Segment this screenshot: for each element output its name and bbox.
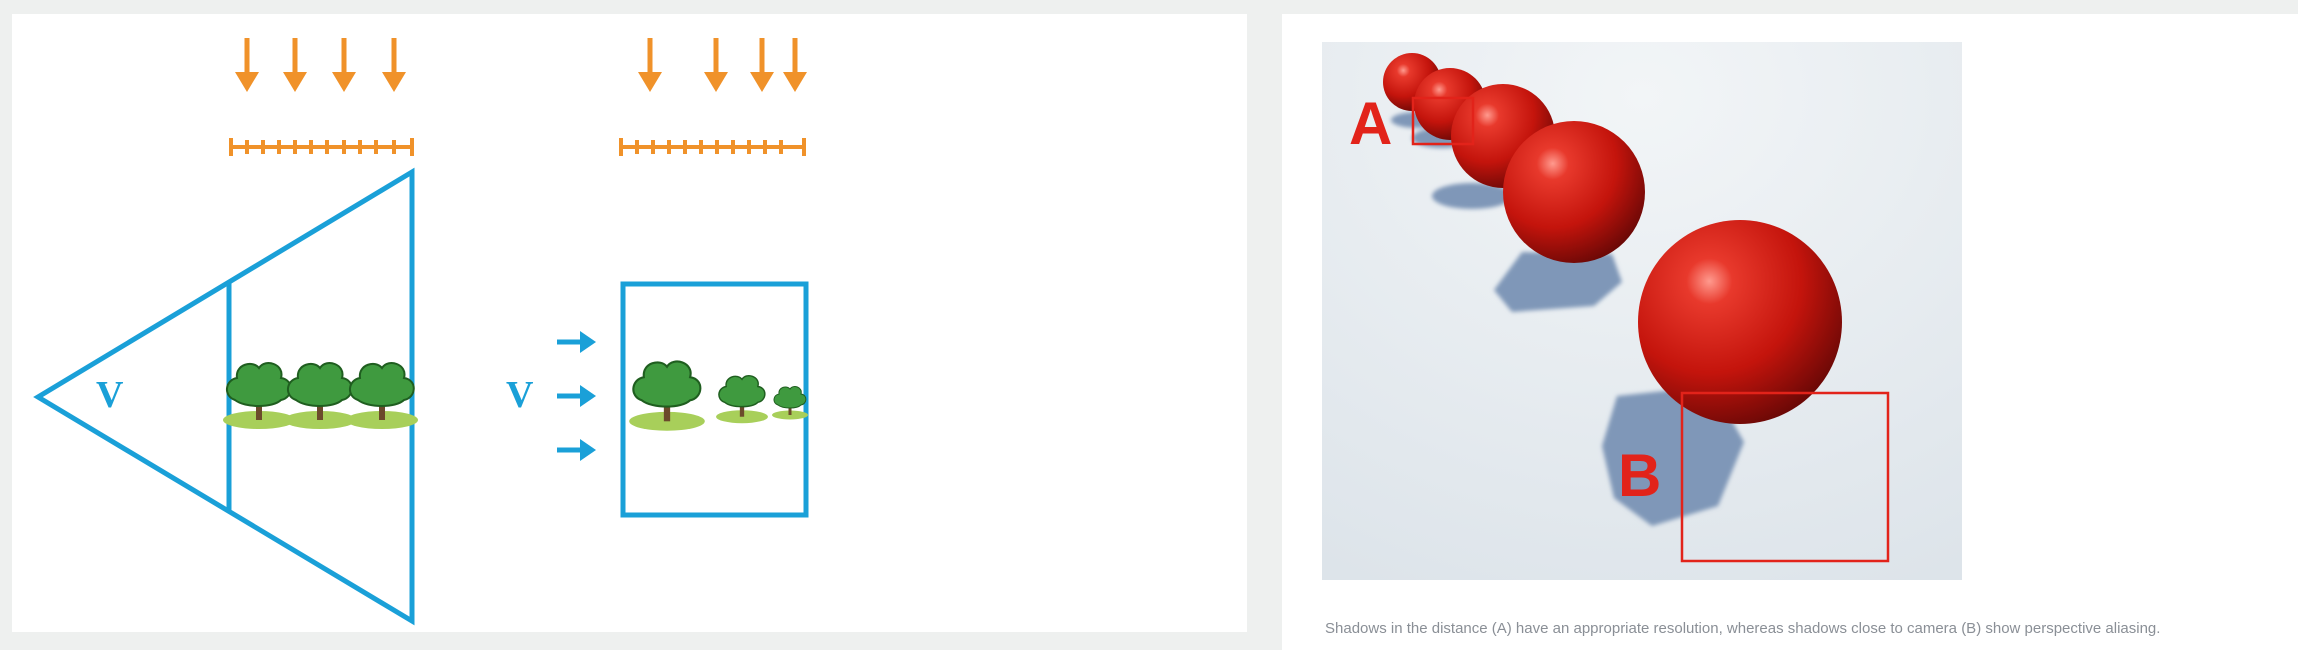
light-arrow — [332, 38, 356, 92]
perspective-trees — [222, 362, 419, 430]
tree-icon — [628, 360, 706, 432]
shadow-map-diagram-panel: V V — [12, 14, 1247, 632]
figure-caption: Shadows in the distance (A) have an appr… — [1325, 620, 2161, 637]
perspective-light-arrows — [235, 38, 406, 92]
sphere — [1503, 121, 1645, 263]
annotation-label-b: B — [1618, 442, 1662, 509]
light-arrow — [704, 38, 728, 92]
view-arrow — [557, 385, 596, 407]
light-arrow — [750, 38, 774, 92]
annotation-label-a: A — [1349, 90, 1393, 157]
tree-icon — [771, 386, 809, 420]
render-canvas — [1322, 42, 1962, 580]
ortho-trees — [628, 360, 809, 432]
tree-icon — [715, 374, 769, 424]
view-arrow — [557, 439, 596, 461]
ortho-view-label: V — [506, 374, 534, 416]
light-arrow — [382, 38, 406, 92]
perspective-shadow-map-ruler — [229, 138, 414, 156]
light-arrow — [638, 38, 662, 92]
diagram-canvas — [33, 38, 809, 626]
ortho-view-arrows — [557, 331, 596, 461]
light-arrow — [783, 38, 807, 92]
tree-icon — [283, 362, 357, 430]
tree-icon — [345, 362, 419, 430]
ortho-light-arrows — [638, 38, 807, 92]
perspective-view-label: V — [96, 374, 124, 416]
ortho-shadow-map-ruler — [619, 138, 806, 156]
view-arrow — [557, 331, 596, 353]
light-arrow — [235, 38, 259, 92]
light-arrow — [283, 38, 307, 92]
aliasing-example-panel: A B Shadows in the distance (A) have an … — [1282, 14, 2298, 650]
